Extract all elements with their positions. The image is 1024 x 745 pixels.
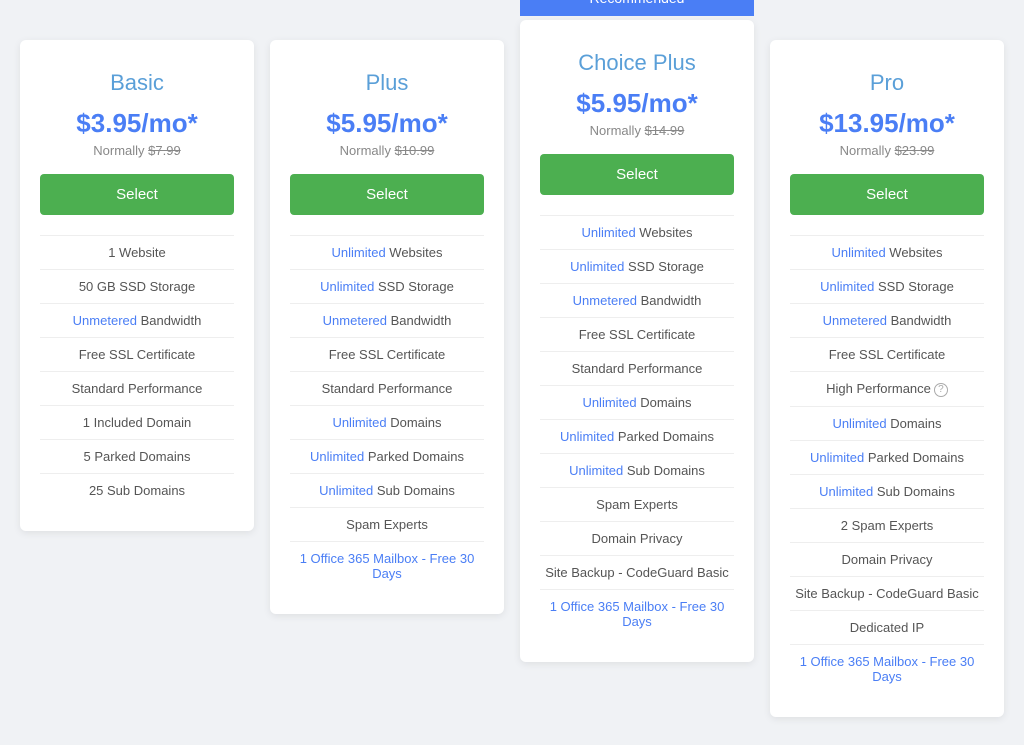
plan-name-pro: Pro (790, 70, 984, 96)
feature-item: Free SSL Certificate (790, 337, 984, 371)
plan-normal-price-pro: Normally $23.99 (790, 143, 984, 158)
feature-highlight: Unlimited (832, 416, 886, 431)
feature-highlight: Unmetered (73, 313, 137, 328)
feature-item: Free SSL Certificate (290, 337, 484, 371)
feature-item: Unlimited Parked Domains (290, 439, 484, 473)
feature-highlight: Unlimited (331, 245, 385, 260)
feature-highlight: Unlimited (831, 245, 885, 260)
feature-item: 50 GB SSD Storage (40, 269, 234, 303)
feature-item: Standard Performance (40, 371, 234, 405)
feature-highlight: Unmetered (323, 313, 387, 328)
feature-item: 1 Website (40, 235, 234, 269)
feature-item: Unlimited Websites (790, 235, 984, 269)
plan-card-choice-plus: RecommendedChoice Plus$5.95/mo*Normally … (520, 20, 754, 662)
plan-normal-price-choice-plus: Normally $14.99 (540, 123, 734, 138)
feature-highlight: Unlimited (820, 279, 874, 294)
features-list-choice-plus: Unlimited WebsitesUnlimited SSD StorageU… (540, 215, 734, 638)
feature-highlight: Unlimited (320, 279, 374, 294)
feature-link[interactable]: 1 Office 365 Mailbox - Free 30 Days (550, 599, 725, 629)
plan-name-plus: Plus (290, 70, 484, 96)
feature-item: Unlimited Domains (790, 406, 984, 440)
feature-highlight: Unlimited (560, 429, 614, 444)
info-icon[interactable]: ? (934, 383, 948, 397)
feature-item: 1 Included Domain (40, 405, 234, 439)
feature-item: Unlimited Sub Domains (290, 473, 484, 507)
feature-highlight: Unlimited (569, 463, 623, 478)
feature-item: 1 Office 365 Mailbox - Free 30 Days (790, 644, 984, 693)
feature-item: Unlimited Sub Domains (790, 474, 984, 508)
feature-highlight: Unlimited (810, 450, 864, 465)
features-list-pro: Unlimited WebsitesUnlimited SSD StorageU… (790, 235, 984, 693)
recommended-badge: Recommended (520, 0, 754, 16)
plan-name-basic: Basic (40, 70, 234, 96)
feature-item: Unmetered Bandwidth (540, 283, 734, 317)
feature-item: Unlimited SSD Storage (290, 269, 484, 303)
feature-item: 2 Spam Experts (790, 508, 984, 542)
feature-highlight: Unlimited (581, 225, 635, 240)
feature-highlight: Unmetered (823, 313, 887, 328)
plan-card-basic: Basic $3.95/mo* Normally $7.99 Select 1 Webs… (20, 40, 254, 531)
select-button-pro[interactable]: Select (790, 174, 984, 215)
feature-highlight: Unlimited (570, 259, 624, 274)
feature-item: Standard Performance (290, 371, 484, 405)
feature-item: Spam Experts (540, 487, 734, 521)
plan-card-pro: Pro $13.95/mo* Normally $23.99 Select Unlimi… (770, 40, 1004, 717)
feature-item: Domain Privacy (790, 542, 984, 576)
feature-highlight: Unlimited (582, 395, 636, 410)
feature-item: Spam Experts (290, 507, 484, 541)
feature-item: Unmetered Bandwidth (290, 303, 484, 337)
feature-item: Unlimited Domains (540, 385, 734, 419)
feature-item: Free SSL Certificate (40, 337, 234, 371)
plan-price-basic: $3.95/mo* (40, 108, 234, 139)
feature-highlight: Unmetered (573, 293, 637, 308)
feature-item: Unmetered Bandwidth (40, 303, 234, 337)
feature-item: 1 Office 365 Mailbox - Free 30 Days (290, 541, 484, 590)
plan-card-plus: Plus $5.95/mo* Normally $10.99 Select Unlimi… (270, 40, 504, 614)
feature-item: Unlimited Sub Domains (540, 453, 734, 487)
plan-normal-price-basic: Normally $7.99 (40, 143, 234, 158)
feature-item: Unlimited Parked Domains (790, 440, 984, 474)
feature-item: Unlimited SSD Storage (540, 249, 734, 283)
plan-price-choice-plus: $5.95/mo* (540, 88, 734, 119)
feature-link[interactable]: 1 Office 365 Mailbox - Free 30 Days (300, 551, 475, 581)
feature-item: Site Backup - CodeGuard Basic (790, 576, 984, 610)
plan-price-plus: $5.95/mo* (290, 108, 484, 139)
feature-item: Domain Privacy (540, 521, 734, 555)
feature-item: Standard Performance (540, 351, 734, 385)
feature-highlight: Unlimited (319, 483, 373, 498)
plan-name-choice-plus: Choice Plus (540, 50, 734, 76)
feature-item: Unlimited Parked Domains (540, 419, 734, 453)
feature-item: Unlimited Websites (540, 215, 734, 249)
feature-item: Unmetered Bandwidth (790, 303, 984, 337)
select-button-choice-plus[interactable]: Select (540, 154, 734, 195)
feature-item: Site Backup - CodeGuard Basic (540, 555, 734, 589)
plan-price-pro: $13.95/mo* (790, 108, 984, 139)
feature-item: Unlimited SSD Storage (790, 269, 984, 303)
features-list-basic: 1 Website50 GB SSD StorageUnmetered Band… (40, 235, 234, 507)
feature-highlight: Unlimited (332, 415, 386, 430)
feature-item: 1 Office 365 Mailbox - Free 30 Days (540, 589, 734, 638)
feature-highlight: Unlimited (310, 449, 364, 464)
feature-item: High Performance? (790, 371, 984, 406)
feature-item: 25 Sub Domains (40, 473, 234, 507)
feature-item: Free SSL Certificate (540, 317, 734, 351)
feature-item: Unlimited Websites (290, 235, 484, 269)
pricing-wrapper: Basic $3.95/mo* Normally $7.99 Select 1 Webs… (12, 20, 1012, 725)
feature-highlight: Unlimited (819, 484, 873, 499)
features-list-plus: Unlimited WebsitesUnlimited SSD StorageU… (290, 235, 484, 590)
plan-normal-price-plus: Normally $10.99 (290, 143, 484, 158)
feature-item: Unlimited Domains (290, 405, 484, 439)
feature-item: 5 Parked Domains (40, 439, 234, 473)
feature-link[interactable]: 1 Office 365 Mailbox - Free 30 Days (800, 654, 975, 684)
feature-item: Dedicated IP (790, 610, 984, 644)
select-button-basic[interactable]: Select (40, 174, 234, 215)
select-button-plus[interactable]: Select (290, 174, 484, 215)
